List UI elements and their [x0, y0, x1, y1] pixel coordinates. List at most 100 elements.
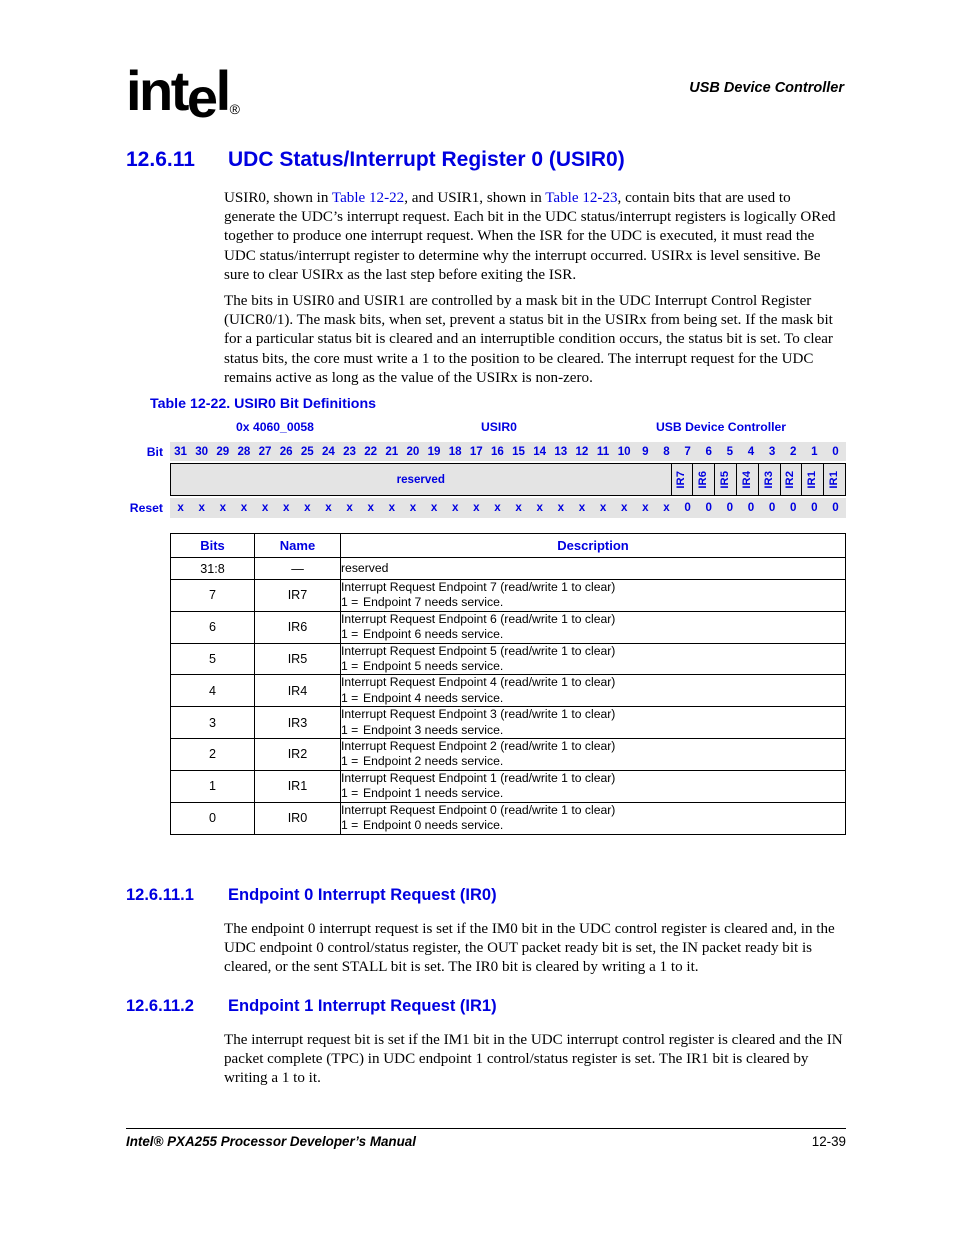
reset-value-bit-17: x — [473, 501, 480, 514]
register-field-label: IR2 — [784, 470, 797, 489]
cell-name: IR4 — [254, 674, 341, 708]
section-title: UDC Status/Interrupt Register 0 (USIR0) — [228, 148, 625, 171]
subsection-2-title: Endpoint 1 Interrupt Request (IR1) — [228, 997, 497, 1015]
reset-value-bit-16: x — [494, 501, 501, 514]
register-field-label: IR6 — [697, 470, 710, 489]
bit-number-27: 27 — [258, 445, 272, 458]
register-field-ir6: IR6 — [693, 464, 716, 495]
reset-value-cells: xxxxxxxxxxxxxxxxxxxxxxxx00000000 — [170, 498, 846, 518]
reset-value-bit-20: x — [409, 501, 417, 514]
reset-value-bit-9: x — [642, 501, 649, 514]
table-row: 5 IR5 Interrupt Request Endpoint 5 (read/w… — [170, 642, 846, 676]
subsection-2-paragraph: The interrupt request bit is set if the … — [224, 1032, 843, 1087]
cell-bits: 1 — [170, 769, 255, 803]
register-field-ir2: IR2 — [781, 464, 803, 495]
description-equals: 1 = — [341, 659, 359, 674]
register-field-reserved: reserved — [171, 464, 672, 495]
description-line-1: Interrupt Request Endpoint 7 (read/write… — [341, 580, 616, 594]
table-caption: Table 12-22. USIR0 Bit Definitions — [150, 396, 376, 412]
table-row: 4 IR4 Interrupt Request Endpoint 4 (read/w… — [170, 674, 846, 708]
reset-value-bit-30: x — [198, 501, 205, 514]
description-line-2: 1 = Endpoint 4 needs service. — [341, 690, 504, 705]
intro-paragraph-2: The bits in USIR0 and USIR1 are controll… — [224, 293, 833, 386]
description-line-1: Interrupt Request Endpoint 2 (read/write… — [341, 739, 616, 754]
reset-value-bit-8: x — [663, 501, 670, 514]
table-12-23-crossref[interactable]: Table 12-23 — [545, 190, 617, 206]
bit-number-21: 21 — [385, 445, 399, 458]
table-12-22-crossref[interactable]: Table 12-22 — [332, 190, 404, 206]
register-field-label: IR1 — [806, 470, 819, 489]
reset-value-bit-10: x — [620, 501, 628, 514]
description-line-1: Interrupt Request Endpoint 5 (read/write… — [341, 643, 616, 658]
subsection-2-heading: 12.6.11.2 Endpoint 1 Interrupt Request (I… — [126, 997, 886, 1016]
document-page: intel® USB Device Controller 12.6.11 UDC … — [0, 0, 954, 1235]
cell-bits: 0 — [170, 801, 255, 835]
reset-value-bit-6: 0 — [705, 501, 712, 514]
register-field-row: reserved IR7 IR6 IR5 IR4 IR3 IR2 IR1 IR1 — [126, 463, 846, 496]
register-field-ir7: IR7 — [672, 464, 694, 495]
description-line-2: 1 = Endpoint 0 needs service. — [341, 818, 504, 833]
reset-value-bit-4: 0 — [747, 501, 755, 514]
logo-text-l: l — [215, 59, 232, 122]
cell-description: Interrupt Request Endpoint 0 (read/write… — [340, 801, 846, 835]
bit-number-3: 3 — [768, 445, 776, 458]
cell-name: IR6 — [254, 610, 341, 644]
description-equals: 1 = — [341, 786, 359, 801]
para1-part-a: USIR0, shown in — [224, 190, 332, 206]
bit-number-17: 17 — [469, 445, 483, 458]
description-line-2: 1 = Endpoint 2 needs service. — [341, 754, 504, 769]
description-equals: 1 = — [341, 818, 359, 833]
register-address: 0x 4060_0058 — [236, 420, 314, 434]
register-owner: USB Device Controller — [656, 420, 787, 434]
bit-number-5: 5 — [726, 445, 734, 458]
page-footer: Intel® PXA255 Processor Developer’s Manu… — [126, 1128, 846, 1158]
reset-value-bit-26: x — [282, 501, 290, 514]
bit-number-23: 23 — [343, 445, 357, 458]
table-row: 3 IR3 Interrupt Request Endpoint 3 (read/w… — [170, 706, 846, 740]
reset-value-bit-13: x — [557, 501, 565, 514]
reset-value-bit-1: 0 — [811, 501, 818, 514]
bit-number-15: 15 — [512, 445, 526, 458]
reset-value-bit-15: x — [515, 501, 522, 514]
reset-value-bit-29: x — [219, 501, 227, 514]
table-row: 31:8— reserved — [170, 557, 846, 580]
section-heading: 12.6.11 UDC Status/Interrupt Register 0 (… — [126, 148, 886, 172]
bit-number-8: 8 — [663, 445, 670, 458]
register-field-ir5: IR5 — [715, 464, 737, 495]
register-meta-row: 0x 4060_0058 USIR0 USB Device Controller — [126, 420, 846, 442]
description-line-2: 1 = Endpoint 7 needs service. — [341, 595, 504, 610]
cell-description: Interrupt Request Endpoint 6 (read/write… — [340, 610, 846, 644]
reset-value-bit-5: 0 — [726, 501, 734, 514]
registered-trademark-icon: ® — [229, 101, 240, 117]
reset-value-bit-21: x — [388, 501, 396, 514]
cell-description: Interrupt Request Endpoint 5 (read/write… — [340, 642, 846, 676]
register-field-label: IR4 — [740, 470, 753, 489]
subsection-1-title: Endpoint 0 Interrupt Request (IR0) — [228, 886, 497, 904]
cell-name: IR3 — [254, 706, 341, 740]
bit-number-25: 25 — [300, 445, 314, 458]
reset-value-bit-31: x — [177, 501, 184, 514]
reset-value-bit-25: x — [304, 501, 311, 514]
bit-number-cells: 31 30 29 28 27 26 25 24 23 22 21 20 19 18 17 16 15 14 13 12… — [170, 442, 846, 461]
page-header: intel® USB Device Controller — [0, 55, 954, 126]
description-line-2: 1 = Endpoint 1 needs service. — [341, 786, 504, 801]
register-field-ir1: IR1 — [802, 464, 825, 495]
subsection-1-paragraph: The endpoint 0 interrupt request is set … — [224, 921, 835, 976]
register-field-label: IR5 — [718, 470, 731, 489]
description-equals: 1 = — [341, 690, 359, 705]
bit-number-0: 0 — [832, 445, 839, 458]
subsection-2-number: 12.6.11.2 — [126, 997, 194, 1015]
cell-bits: 3 — [170, 706, 255, 740]
bit-row-label: Bit — [146, 444, 163, 459]
running-head: USB Device Controller — [689, 80, 844, 96]
bit-number-20: 20 — [406, 445, 420, 458]
cell-bits: 7 — [170, 579, 255, 612]
register-field-label: IR7 — [675, 470, 688, 489]
footer-page-number: 12-39 — [811, 1134, 846, 1149]
table-row: 1 IR1 Interrupt Request Endpoint 1 (read/w… — [170, 769, 846, 803]
cell-name: — — [254, 557, 341, 580]
description-line-1: Interrupt Request Endpoint 0 (read/write… — [341, 802, 616, 817]
table-row: 0 IR0 Interrupt Request Endpoint 0 (read/w… — [170, 801, 846, 835]
bit-number-9: 9 — [642, 445, 649, 458]
cell-bits: 4 — [170, 674, 255, 708]
